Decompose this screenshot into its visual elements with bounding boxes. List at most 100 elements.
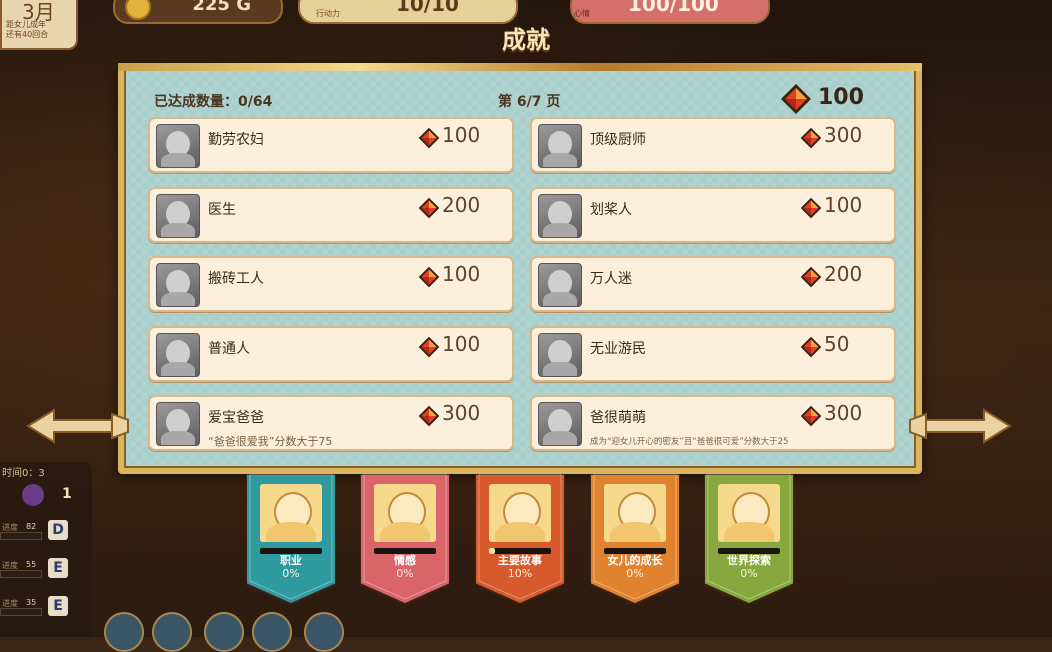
next-page-arrow-icon[interactable] <box>908 406 1012 446</box>
mood-value: 100/100 <box>628 0 719 16</box>
category-tab[interactable]: 情感 0% <box>360 474 450 604</box>
menu-button[interactable] <box>104 612 144 652</box>
achievement-reward: 200 <box>800 262 870 290</box>
side-stats-panel: 时间0：3 1 进度 82 D 进度 55 E 进度 35 E <box>0 462 92 637</box>
achievement-card[interactable]: 勤劳农妇 100 <box>148 117 514 173</box>
reward-value: 100 <box>442 123 481 147</box>
menu-button[interactable] <box>252 612 292 652</box>
achievement-reward: 300 <box>800 123 870 151</box>
achievement-name: 普通人 <box>208 340 250 357</box>
character-portrait <box>156 402 200 446</box>
achievement-name: 勤劳农妇 <box>208 132 264 148</box>
gem-icon <box>800 266 822 292</box>
reward-value: 50 <box>824 331 850 356</box>
coin-icon <box>125 0 151 20</box>
reward-value: 100 <box>824 192 863 217</box>
prev-page-arrow-icon[interactable] <box>26 406 130 446</box>
gem-icon <box>800 405 822 431</box>
character-portrait <box>538 402 582 446</box>
action-points-value: 10/10 <box>396 0 459 16</box>
achieved-count: 已达成数量：0/64 <box>154 94 273 110</box>
stat-value: 35 <box>26 598 37 607</box>
gem-icon <box>800 197 822 223</box>
achievement-name: 爸很萌萌 <box>590 410 646 426</box>
category-percent: 0% <box>396 567 414 580</box>
category-portrait <box>718 484 780 542</box>
stat-row: 进度 35 E <box>0 596 92 622</box>
charm-count: 1 <box>62 486 72 502</box>
top-status-bar: 3月 距女儿成年 还有40回合 225 G 行动力 10/10 心情 100/1… <box>0 0 1052 50</box>
menu-button[interactable] <box>152 612 192 652</box>
achievement-card[interactable]: 万人迷 200 <box>530 256 896 312</box>
achievement-card[interactable]: 爱宝爸爸 “爸爸很爱我”分数大于75 300 <box>148 395 514 451</box>
achievement-reward: 100 <box>418 332 488 360</box>
gem-icon <box>418 405 440 431</box>
achievement-name: 划桨人 <box>590 201 632 218</box>
reward-value: 300 <box>824 401 863 425</box>
achievement-card[interactable]: 划桨人 100 <box>530 186 896 243</box>
achievement-name: 无业游民 <box>590 340 646 357</box>
achievement-name: 医生 <box>208 201 236 218</box>
achievement-desc: “爸爸很爱我”分数大于75 <box>208 435 333 448</box>
category-tab[interactable]: 职业 0% <box>246 474 336 604</box>
category-percent: 0% <box>740 567 758 580</box>
achievement-card[interactable]: 医生 200 <box>148 186 514 243</box>
category-portrait <box>489 484 551 542</box>
category-percent: 0% <box>626 567 644 580</box>
gem-icon <box>781 84 811 114</box>
reward-value: 200 <box>442 192 481 217</box>
character-portrait <box>538 332 582 377</box>
achievement-reward: 300 <box>418 401 488 429</box>
charm-icon <box>22 484 44 506</box>
achievement-name: 爱宝爸爸 <box>208 410 264 426</box>
character-portrait <box>156 332 200 377</box>
menu-button[interactable] <box>204 612 244 652</box>
category-tab[interactable]: 女儿的成长 0% <box>590 474 680 604</box>
achievement-card[interactable]: 顶级厨师 300 <box>530 117 896 173</box>
stat-row: 进度 82 D <box>0 520 92 546</box>
achievement-name: 搬砖工人 <box>208 271 264 287</box>
gem-icon <box>418 127 440 153</box>
achievement-name: 万人迷 <box>590 271 632 287</box>
gold-value: 225 G <box>192 0 251 15</box>
character-portrait <box>156 193 200 238</box>
achievement-reward: 50 <box>800 332 870 360</box>
achievement-card[interactable]: 搬砖工人 100 <box>148 256 514 312</box>
achievement-reward: 100 <box>800 193 870 221</box>
achievements-panel: 已达成数量：0/64 第 6/7 页 100 勤劳农妇 100 顶级厨师 300 医生 2… <box>118 63 922 474</box>
category-label: 世界探索 <box>727 554 771 567</box>
gem-icon <box>418 266 440 292</box>
gem-icon <box>418 336 440 362</box>
reward-value: 200 <box>824 262 863 286</box>
achievement-card[interactable]: 无业游民 50 <box>530 325 896 382</box>
stat-value: 82 <box>26 522 37 531</box>
character-portrait <box>538 124 582 168</box>
category-tab[interactable]: 主要故事 10% <box>475 474 565 604</box>
achievement-name: 顶级厨师 <box>590 132 646 148</box>
stat-grade: E <box>48 596 68 616</box>
category-percent: 10% <box>507 567 533 580</box>
menu-button[interactable] <box>304 612 344 652</box>
reward-value: 100 <box>442 262 481 286</box>
achievement-reward: 200 <box>418 193 488 221</box>
category-label: 情感 <box>394 554 416 567</box>
character-portrait <box>538 263 582 307</box>
category-tab[interactable]: 世界探索 0% <box>704 474 794 604</box>
category-portrait <box>604 484 666 542</box>
stat-bar <box>0 532 42 540</box>
total-gems-value: 100 <box>818 85 864 110</box>
panel-top-trim <box>118 63 922 71</box>
achievement-card[interactable]: 爸很萌萌 成为“迎女儿开心的密友”且“爸爸很可爱”分数大于25 300 <box>530 395 896 451</box>
character-portrait <box>156 124 200 168</box>
stat-bar <box>0 608 42 616</box>
reward-value: 300 <box>442 401 481 425</box>
character-portrait <box>156 263 200 307</box>
category-portrait <box>374 484 436 542</box>
achievement-reward: 300 <box>800 401 870 429</box>
stat-value: 55 <box>26 560 37 569</box>
achievement-reward: 100 <box>418 262 488 290</box>
action-points-label: 行动力 <box>316 9 340 18</box>
achievement-card[interactable]: 普通人 100 <box>148 325 514 382</box>
category-label: 女儿的成长 <box>607 554 663 567</box>
stat-grade: E <box>48 558 68 578</box>
